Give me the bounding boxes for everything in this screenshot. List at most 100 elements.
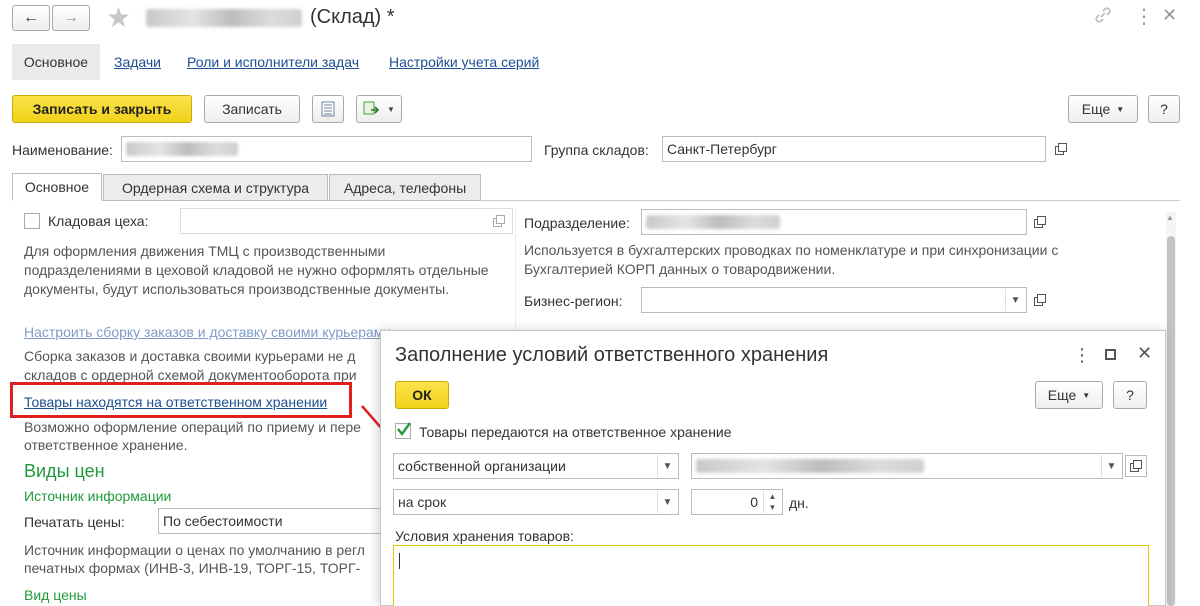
open-icon — [1130, 460, 1142, 472]
business-region-select[interactable] — [641, 287, 1027, 313]
nav-tab-label: Основное — [23, 54, 89, 70]
workshop-input[interactable] — [180, 208, 513, 234]
more-button[interactable]: Еще ▼ — [1068, 95, 1138, 123]
link-icon[interactable] — [1094, 6, 1112, 27]
dialog-help-label: ? — [1126, 387, 1134, 403]
checkmark-icon — [397, 422, 411, 436]
name-input[interactable] — [121, 136, 532, 162]
department-input[interactable] — [641, 209, 1027, 235]
create-based-on-button[interactable]: ▼ — [356, 95, 402, 123]
stepper-down-icon[interactable]: ▼ — [764, 502, 781, 513]
list-document-button[interactable] — [312, 95, 344, 123]
conditions-label: Условия хранения товаров: — [395, 528, 574, 544]
open-department-button[interactable] — [1029, 211, 1051, 233]
warehouse-group-label: Группа складов: — [544, 142, 649, 158]
forward-arrow-icon: → — [63, 9, 79, 26]
courier-description-line1: Сборка заказов и доставка своими курьера… — [24, 348, 356, 364]
department-label: Подразделение: — [524, 215, 630, 231]
warehouse-name-redacted — [146, 9, 302, 27]
workshop-checkbox[interactable] — [24, 213, 40, 229]
custody-checkbox[interactable] — [395, 422, 411, 439]
save-button[interactable]: Записать — [204, 95, 300, 123]
save-label: Записать — [222, 101, 282, 117]
more-label: Еще — [1081, 101, 1111, 117]
dialog-more-label: Еще — [1047, 387, 1077, 403]
courier-settings-link[interactable]: Настроить сборку заказов и доставку свои… — [24, 324, 391, 340]
tab-main[interactable]: Основное — [12, 173, 102, 201]
term-type-dropdown[interactable]: ▼ — [657, 491, 677, 513]
workshop-description: Для оформления движения ТМЦ с производст… — [24, 243, 489, 297]
back-arrow-icon: ← — [23, 9, 39, 26]
warehouse-group-value: Санкт-Петербург — [667, 141, 777, 157]
open-region-button[interactable] — [1029, 289, 1051, 311]
business-region-dropdown[interactable]: ▼ — [1005, 289, 1025, 311]
info-source-heading: Источник информации — [24, 488, 172, 504]
warehouse-group-input[interactable]: Санкт-Петербург — [662, 136, 1046, 162]
price-types-heading: Виды цен — [24, 461, 105, 481]
scrollbar-thumb[interactable] — [1167, 236, 1175, 606]
open-workshop-button[interactable] — [488, 210, 510, 232]
dialog-ok-button[interactable]: ОК — [395, 381, 449, 409]
source-description-line1: Источник информации о ценах по умолчанию… — [24, 542, 365, 558]
owner-type-dropdown[interactable]: ▼ — [657, 455, 677, 477]
text-cursor — [399, 553, 400, 569]
chevron-down-icon: ▼ — [387, 104, 395, 114]
tab-addresses[interactable]: Адреса, телефоны — [329, 174, 481, 201]
chevron-down-icon: ▼ — [1116, 104, 1125, 114]
document-list-icon — [321, 101, 335, 117]
open-organization-button[interactable] — [1125, 455, 1147, 477]
business-region-label: Бизнес-регион: — [524, 293, 623, 309]
conditions-textarea[interactable] — [393, 545, 1149, 606]
term-type-value: на срок — [398, 494, 447, 510]
dialog-more-menu-icon[interactable]: ⋮ — [1073, 345, 1091, 366]
open-icon — [493, 215, 505, 227]
open-icon — [1034, 216, 1046, 228]
owner-type-select[interactable]: собственной организации — [393, 453, 679, 479]
days-unit-label: дн. — [789, 495, 809, 511]
open-group-button[interactable] — [1050, 138, 1072, 160]
custody-description-line2: ответственное хранение. — [24, 437, 188, 453]
stepper-up-icon[interactable]: ▲ — [764, 491, 781, 502]
help-label: ? — [1160, 101, 1168, 117]
dialog-help-button[interactable]: ? — [1113, 381, 1147, 409]
print-prices-label: Печатать цены: — [24, 514, 125, 530]
dialog-close-icon[interactable]: ✕ — [1137, 343, 1152, 364]
name-label: Наименование: — [12, 142, 113, 158]
nav-tab-tasks[interactable]: Задачи — [114, 54, 161, 70]
term-type-select[interactable]: на срок — [393, 489, 679, 515]
forward-button[interactable]: → — [52, 5, 90, 31]
more-menu-icon[interactable]: ⋮ — [1134, 4, 1154, 29]
dialog-title: Заполнение условий ответственного хранен… — [395, 344, 829, 366]
organization-dropdown[interactable]: ▼ — [1101, 455, 1121, 477]
tab-order-scheme[interactable]: Ордерная схема и структура — [103, 174, 328, 201]
days-stepper[interactable]: ▲ ▼ — [763, 491, 781, 513]
dialog-maximize-icon[interactable] — [1105, 349, 1116, 360]
nav-tab-main[interactable]: Основное — [12, 44, 100, 80]
create-based-on-icon — [363, 101, 380, 115]
dialog-more-button[interactable]: Еще ▼ — [1035, 381, 1103, 409]
custody-dialog: Заполнение условий ответственного хранен… — [380, 330, 1166, 606]
window-title: (Склад) * — [310, 6, 395, 28]
organization-value-redacted — [696, 459, 924, 473]
back-button[interactable]: ← — [12, 5, 50, 31]
save-and-close-button[interactable]: Записать и закрыть — [12, 95, 192, 123]
dialog-ok-label: ОК — [412, 387, 432, 403]
save-and-close-label: Записать и закрыть — [32, 101, 172, 117]
source-description-line2: печатных формах (ИНВ-3, ИНВ-19, ТОРГ-15,… — [24, 560, 361, 576]
nav-tab-roles[interactable]: Роли и исполнители задач — [187, 54, 359, 70]
custody-link[interactable]: Товары находятся на ответственном хранен… — [24, 394, 327, 410]
print-prices-select[interactable]: По себестоимости — [158, 508, 388, 534]
print-prices-value: По себестоимости — [163, 513, 283, 529]
favorite-star-icon[interactable]: ★ — [106, 1, 131, 34]
custody-description-line1: Возможно оформление операций по приему и… — [24, 419, 361, 435]
owner-type-value: собственной организации — [398, 458, 566, 474]
organization-select[interactable] — [691, 453, 1123, 479]
department-description: Используется в бухгалтерских проводках п… — [524, 242, 1059, 277]
tab-addresses-label: Адреса, телефоны — [343, 179, 467, 196]
help-button[interactable]: ? — [1148, 95, 1180, 123]
scroll-up-icon[interactable]: ▲ — [1166, 213, 1174, 222]
open-icon — [1034, 294, 1046, 306]
nav-tab-series-settings[interactable]: Настройки учета серий — [389, 54, 539, 70]
close-icon[interactable]: ✕ — [1162, 5, 1177, 26]
tab-main-label: Основное — [24, 179, 90, 195]
